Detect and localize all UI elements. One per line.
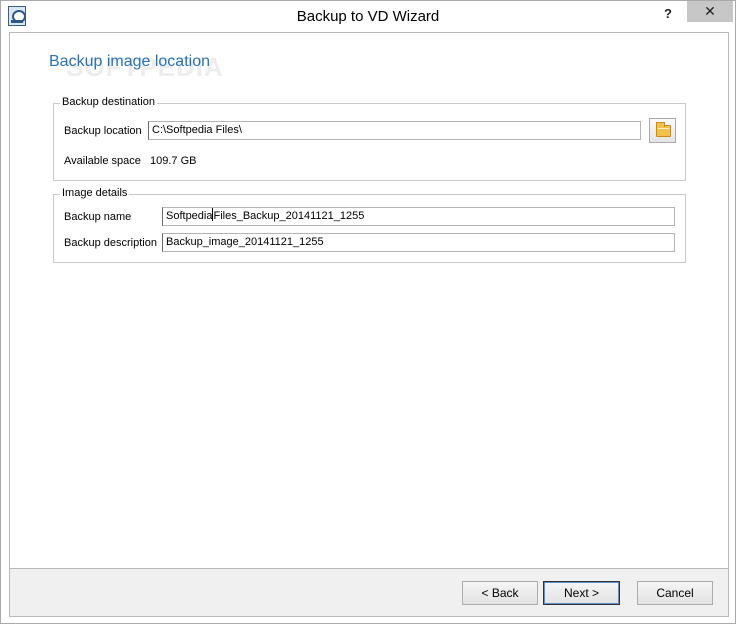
help-button[interactable]: ? bbox=[660, 5, 676, 23]
backup-destination-legend: Backup destination bbox=[60, 96, 157, 108]
close-icon: ✕ bbox=[704, 3, 716, 19]
backup-location-field[interactable]: C:\Softpedia Files\ bbox=[148, 121, 641, 140]
backup-destination-group: Backup destination Backup location C:\So… bbox=[53, 96, 686, 181]
backup-description-field[interactable]: Backup_image_20141121_1255 bbox=[162, 233, 675, 252]
backup-name-text-start: Softpedia bbox=[166, 210, 213, 222]
page-title: Backup image location bbox=[49, 53, 210, 70]
back-button[interactable]: < Back bbox=[462, 581, 538, 605]
wizard-window: Backup to VD Wizard ? ✕ SOFTPEDIA Backup… bbox=[0, 0, 736, 624]
next-button[interactable]: Next > bbox=[543, 581, 620, 605]
close-button[interactable]: ✕ bbox=[687, 1, 733, 22]
cancel-button[interactable]: Cancel bbox=[637, 581, 713, 605]
wizard-page: SOFTPEDIA Backup image location Backup d… bbox=[9, 32, 729, 569]
browse-button[interactable] bbox=[649, 118, 676, 143]
title-bar: Backup to VD Wizard ? ✕ bbox=[1, 1, 735, 32]
backup-description-label: Backup description bbox=[64, 237, 157, 249]
backup-name-text-end: Files_Backup_20141121_1255 bbox=[213, 210, 365, 222]
image-details-legend: Image details bbox=[60, 187, 130, 199]
image-details-group: Image details Backup name SoftpediaFiles… bbox=[53, 187, 686, 263]
button-bar: < Back Next > Cancel bbox=[9, 569, 729, 617]
available-space-value: 109.7 GB bbox=[150, 155, 197, 167]
backup-location-label: Backup location bbox=[64, 125, 142, 137]
backup-name-field[interactable]: SoftpediaFiles_Backup_20141121_1255 bbox=[162, 207, 675, 226]
backup-name-label: Backup name bbox=[64, 211, 132, 223]
available-space-label: Available space bbox=[64, 155, 141, 167]
window-title: Backup to VD Wizard bbox=[296, 8, 440, 25]
folder-icon bbox=[656, 122, 671, 137]
